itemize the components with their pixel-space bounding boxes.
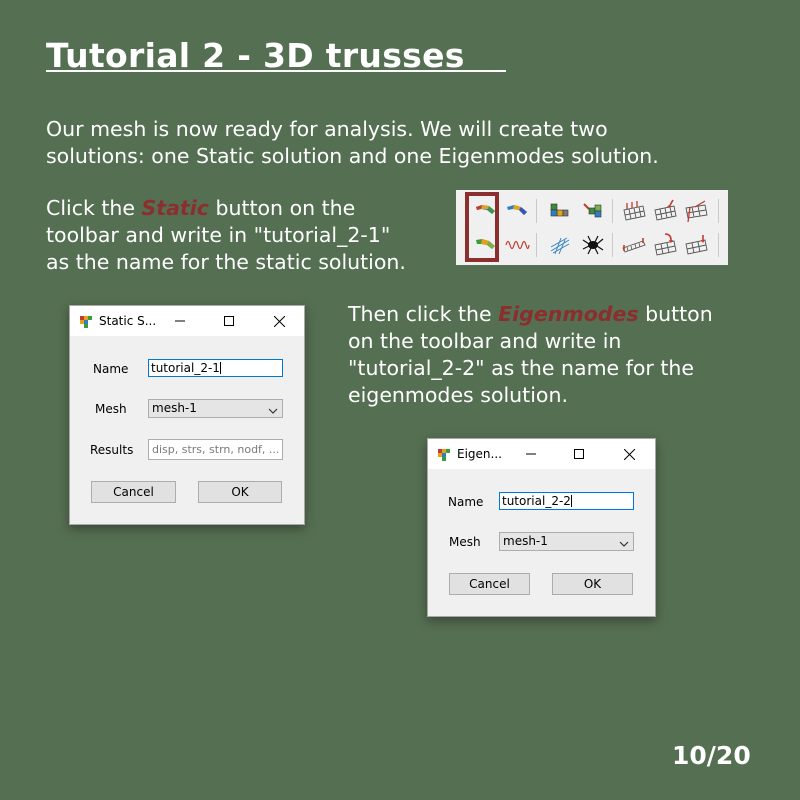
mesh-edit-icon[interactable] (580, 198, 606, 224)
grid-constraint-icon[interactable] (621, 198, 647, 224)
scatter-icon[interactable] (547, 232, 573, 258)
app-icon (79, 315, 93, 329)
static-instruction-line-3: as the name for the static solution. (46, 250, 406, 274)
beam-load-icon[interactable] (621, 232, 647, 258)
results-placeholder: disp, strs, strn, nodf, ... (152, 443, 280, 456)
beam-solution-icon[interactable] (504, 198, 530, 224)
name-input[interactable]: tutorial_2-2 (499, 492, 634, 510)
eigen-keyword: Eigenmodes (498, 302, 639, 326)
name-label: Name (448, 495, 484, 509)
solutions-toolbar (456, 190, 728, 265)
mesh-block-icon[interactable] (547, 198, 573, 224)
eigen-line1-post: button (638, 302, 713, 326)
ok-button[interactable]: OK (198, 481, 282, 503)
grid-node-icon[interactable] (683, 232, 709, 258)
dialog-titlebar: Static S... (70, 306, 304, 336)
toolbar-separator (612, 199, 613, 223)
toolbar-separator (612, 233, 613, 257)
name-input-value: tutorial_2-2 (502, 494, 571, 508)
cancel-button[interactable]: Cancel (91, 481, 176, 503)
mesh-label: Mesh (95, 402, 127, 416)
close-button[interactable] (606, 439, 652, 469)
eigenmodes-solution-icon[interactable] (473, 232, 499, 258)
static-instruction-line-1: Click the Static button on the (46, 195, 355, 222)
eigen-instruction-line-3: "tutorial_2-2" as the name for the (348, 356, 695, 380)
chevron-down-icon (619, 537, 629, 547)
static-solution-icon[interactable] (473, 198, 499, 224)
name-label: Name (93, 362, 129, 376)
toolbar-separator (536, 199, 537, 223)
page-number: 10/20 (672, 741, 751, 770)
eigen-instruction-line-2: on the toolbar and write in (348, 329, 622, 353)
chevron-down-icon (268, 404, 278, 414)
results-input[interactable]: disp, strs, strn, nodf, ... (148, 439, 283, 460)
grid-rotation-icon[interactable] (652, 232, 678, 258)
mesh-select-value: mesh-1 (503, 534, 548, 548)
static-line1-pre: Click the (46, 196, 142, 220)
minimize-button[interactable] (508, 439, 554, 469)
title-underline (46, 70, 506, 72)
name-input[interactable]: tutorial_2-1 (148, 359, 283, 377)
eigen-instruction-line-1: Then click the Eigenmodes button (348, 301, 713, 328)
spider-icon[interactable] (580, 232, 606, 258)
eigen-instruction-line-4: eigenmodes solution. (348, 383, 568, 407)
intro-line-1: Our mesh is now ready for analysis. We w… (46, 117, 608, 141)
name-input-value: tutorial_2-1 (151, 361, 220, 375)
mesh-select[interactable]: mesh-1 (499, 532, 634, 551)
grid-load-icon[interactable] (652, 198, 678, 224)
app-icon (437, 448, 451, 462)
mesh-select[interactable]: mesh-1 (148, 399, 283, 418)
cancel-button[interactable]: Cancel (449, 573, 530, 595)
mesh-select-value: mesh-1 (152, 401, 197, 415)
static-line1-post: button on the (208, 196, 356, 220)
static-solution-dialog: Static S... Name tutorial_2-1 Mesh mesh-… (69, 305, 305, 525)
results-label: Results (90, 443, 134, 457)
maximize-button[interactable] (556, 439, 602, 469)
static-keyword: Static (141, 196, 209, 220)
dialog-title: Eigen... (457, 447, 502, 461)
mesh-label: Mesh (449, 535, 481, 549)
dialog-title: Static S... (99, 314, 157, 328)
intro-line-2: solutions: one Static solution and one E… (46, 144, 659, 168)
maximize-button[interactable] (206, 306, 252, 336)
wave-icon[interactable] (504, 232, 530, 258)
text-caret (570, 495, 572, 507)
eigen-line1-pre: Then click the (348, 302, 499, 326)
minimize-button[interactable] (157, 306, 203, 336)
eigenmodes-solution-dialog: Eigen... Name tutorial_2-2 Mesh mesh-1 C… (427, 438, 656, 617)
toolbar-separator (718, 199, 719, 223)
close-button[interactable] (256, 306, 302, 336)
ok-button[interactable]: OK (552, 573, 633, 595)
grid-support-icon[interactable] (683, 198, 709, 224)
static-instruction-line-2: toolbar and write in "tutorial_2-1" (46, 223, 391, 247)
toolbar-separator (718, 233, 719, 257)
toolbar-separator (536, 233, 537, 257)
text-caret (219, 362, 221, 374)
dialog-titlebar: Eigen... (428, 439, 655, 469)
